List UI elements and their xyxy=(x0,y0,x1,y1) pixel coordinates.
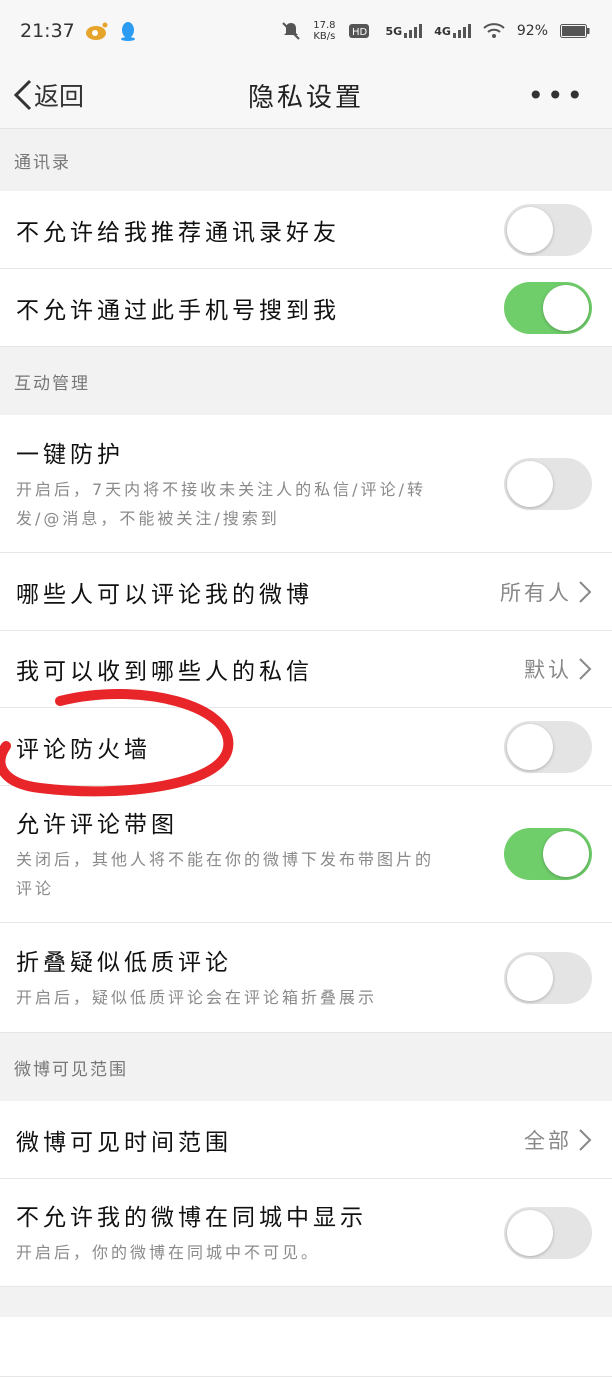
row-private-messages[interactable]: 我可以收到哪些人的私信 默认 xyxy=(0,631,612,708)
row-label: 折叠疑似低质评论 xyxy=(16,950,232,976)
row-value: 全部 xyxy=(524,1125,592,1155)
row-no-search-by-phone[interactable]: 不允许通过此手机号搜到我 xyxy=(0,269,612,347)
row-label: 不允许我的微博在同城中显示 xyxy=(16,1205,367,1231)
battery-icon xyxy=(560,24,590,38)
toggle-allow-image-comments[interactable] xyxy=(504,828,592,880)
row-hide-in-city[interactable]: 不允许我的微博在同城中显示 开启后，你的微博在同城中不可见。 xyxy=(0,1179,612,1287)
chevron-right-icon xyxy=(579,580,592,603)
row-one-key-protect[interactable]: 一键防护 开启后，7天内将不接收未关注人的私信/评论/转 发/@消息，不能被关注… xyxy=(0,415,612,553)
page-title: 隐私设置 xyxy=(247,82,364,113)
wifi-icon xyxy=(483,23,505,39)
row-label: 评论防火墙 xyxy=(16,736,151,763)
row-value: 默认 xyxy=(524,654,592,684)
chevron-right-icon xyxy=(579,658,592,680)
qq-app-icon xyxy=(119,21,137,41)
toggle-no-recommend-contacts[interactable] xyxy=(504,203,592,256)
toggle-knob xyxy=(507,206,553,253)
row-visible-time-range[interactable]: 微博可见时间范围 全部 xyxy=(0,1101,612,1179)
toggle-knob xyxy=(543,831,589,877)
row-description: 开启后，你的微博在同城中不可见。 xyxy=(16,1243,321,1262)
back-button[interactable]: 返回 xyxy=(0,77,84,113)
toggle-knob xyxy=(543,284,589,331)
row-description: 开启后，7天内将不接收未关注人的私信/评论/转 发/@消息，不能被关注/搜索到 xyxy=(16,479,426,528)
row-value: 所有人 xyxy=(500,577,592,607)
row-comment-firewall[interactable]: 评论防火墙 xyxy=(0,708,612,786)
battery-percent: 92% xyxy=(516,23,548,39)
row-partial-cutoff[interactable] xyxy=(0,1317,612,1377)
toggle-knob xyxy=(507,954,553,1001)
navigation-bar: 返回 隐私设置 ••• xyxy=(0,62,612,129)
row-label: 不允许通过此手机号搜到我 xyxy=(16,297,340,324)
clock: 21:37 xyxy=(20,20,75,42)
toggle-one-key-protect[interactable] xyxy=(504,457,592,510)
row-fold-low-quality[interactable]: 折叠疑似低质评论 开启后，疑似低质评论会在评论箱折叠展示 xyxy=(0,923,612,1033)
row-description: 开启后，疑似低质评论会在评论箱折叠展示 xyxy=(16,988,378,1007)
signal-5g-icon: 5G xyxy=(386,24,423,38)
toggle-knob xyxy=(507,1209,553,1256)
row-label: 允许评论带图 xyxy=(16,812,178,838)
section-header-contacts: 通讯录 xyxy=(14,152,71,173)
toggle-knob xyxy=(507,460,553,507)
row-label: 我可以收到哪些人的私信 xyxy=(16,659,313,685)
back-label: 返回 xyxy=(34,82,85,111)
toggle-comment-firewall[interactable] xyxy=(504,720,592,773)
svg-text:HD: HD xyxy=(352,27,368,38)
row-label: 微博可见时间范围 xyxy=(16,1129,232,1156)
mute-bell-icon xyxy=(281,21,301,41)
status-bar: 21:37 17.8 KB/s HD 5G 4G 92% xyxy=(0,0,612,62)
toggle-knob xyxy=(507,723,553,770)
row-allow-image-comments[interactable]: 允许评论带图 关闭后，其他人将不能在你的微博下发布带图片的 评论 xyxy=(0,786,612,923)
section-header-interaction: 互动管理 xyxy=(14,373,90,394)
signal-4g-icon: 4G xyxy=(434,24,471,38)
toggle-no-search-by-phone[interactable] xyxy=(504,281,592,334)
row-label: 一键防护 xyxy=(16,441,124,468)
row-label: 不允许给我推荐通讯录好友 xyxy=(16,219,340,246)
row-no-recommend-contacts[interactable]: 不允许给我推荐通讯录好友 xyxy=(0,191,612,269)
chevron-right-icon xyxy=(579,1128,592,1151)
row-description: 关闭后，其他人将不能在你的微博下发布带图片的 评论 xyxy=(16,850,435,898)
more-options-button[interactable]: ••• xyxy=(527,79,612,112)
hd-icon: HD xyxy=(348,21,374,41)
network-speed: 17.8 KB/s xyxy=(313,20,336,42)
toggle-hide-in-city[interactable] xyxy=(504,1206,592,1259)
section-header-visibility: 微博可见范围 xyxy=(14,1059,128,1080)
weibo-app-icon xyxy=(85,21,109,41)
toggle-fold-low-quality[interactable] xyxy=(504,951,592,1004)
row-label: 哪些人可以评论我的微博 xyxy=(16,581,313,608)
chevron-left-icon xyxy=(13,79,32,111)
row-who-can-comment[interactable]: 哪些人可以评论我的微博 所有人 xyxy=(0,553,612,631)
